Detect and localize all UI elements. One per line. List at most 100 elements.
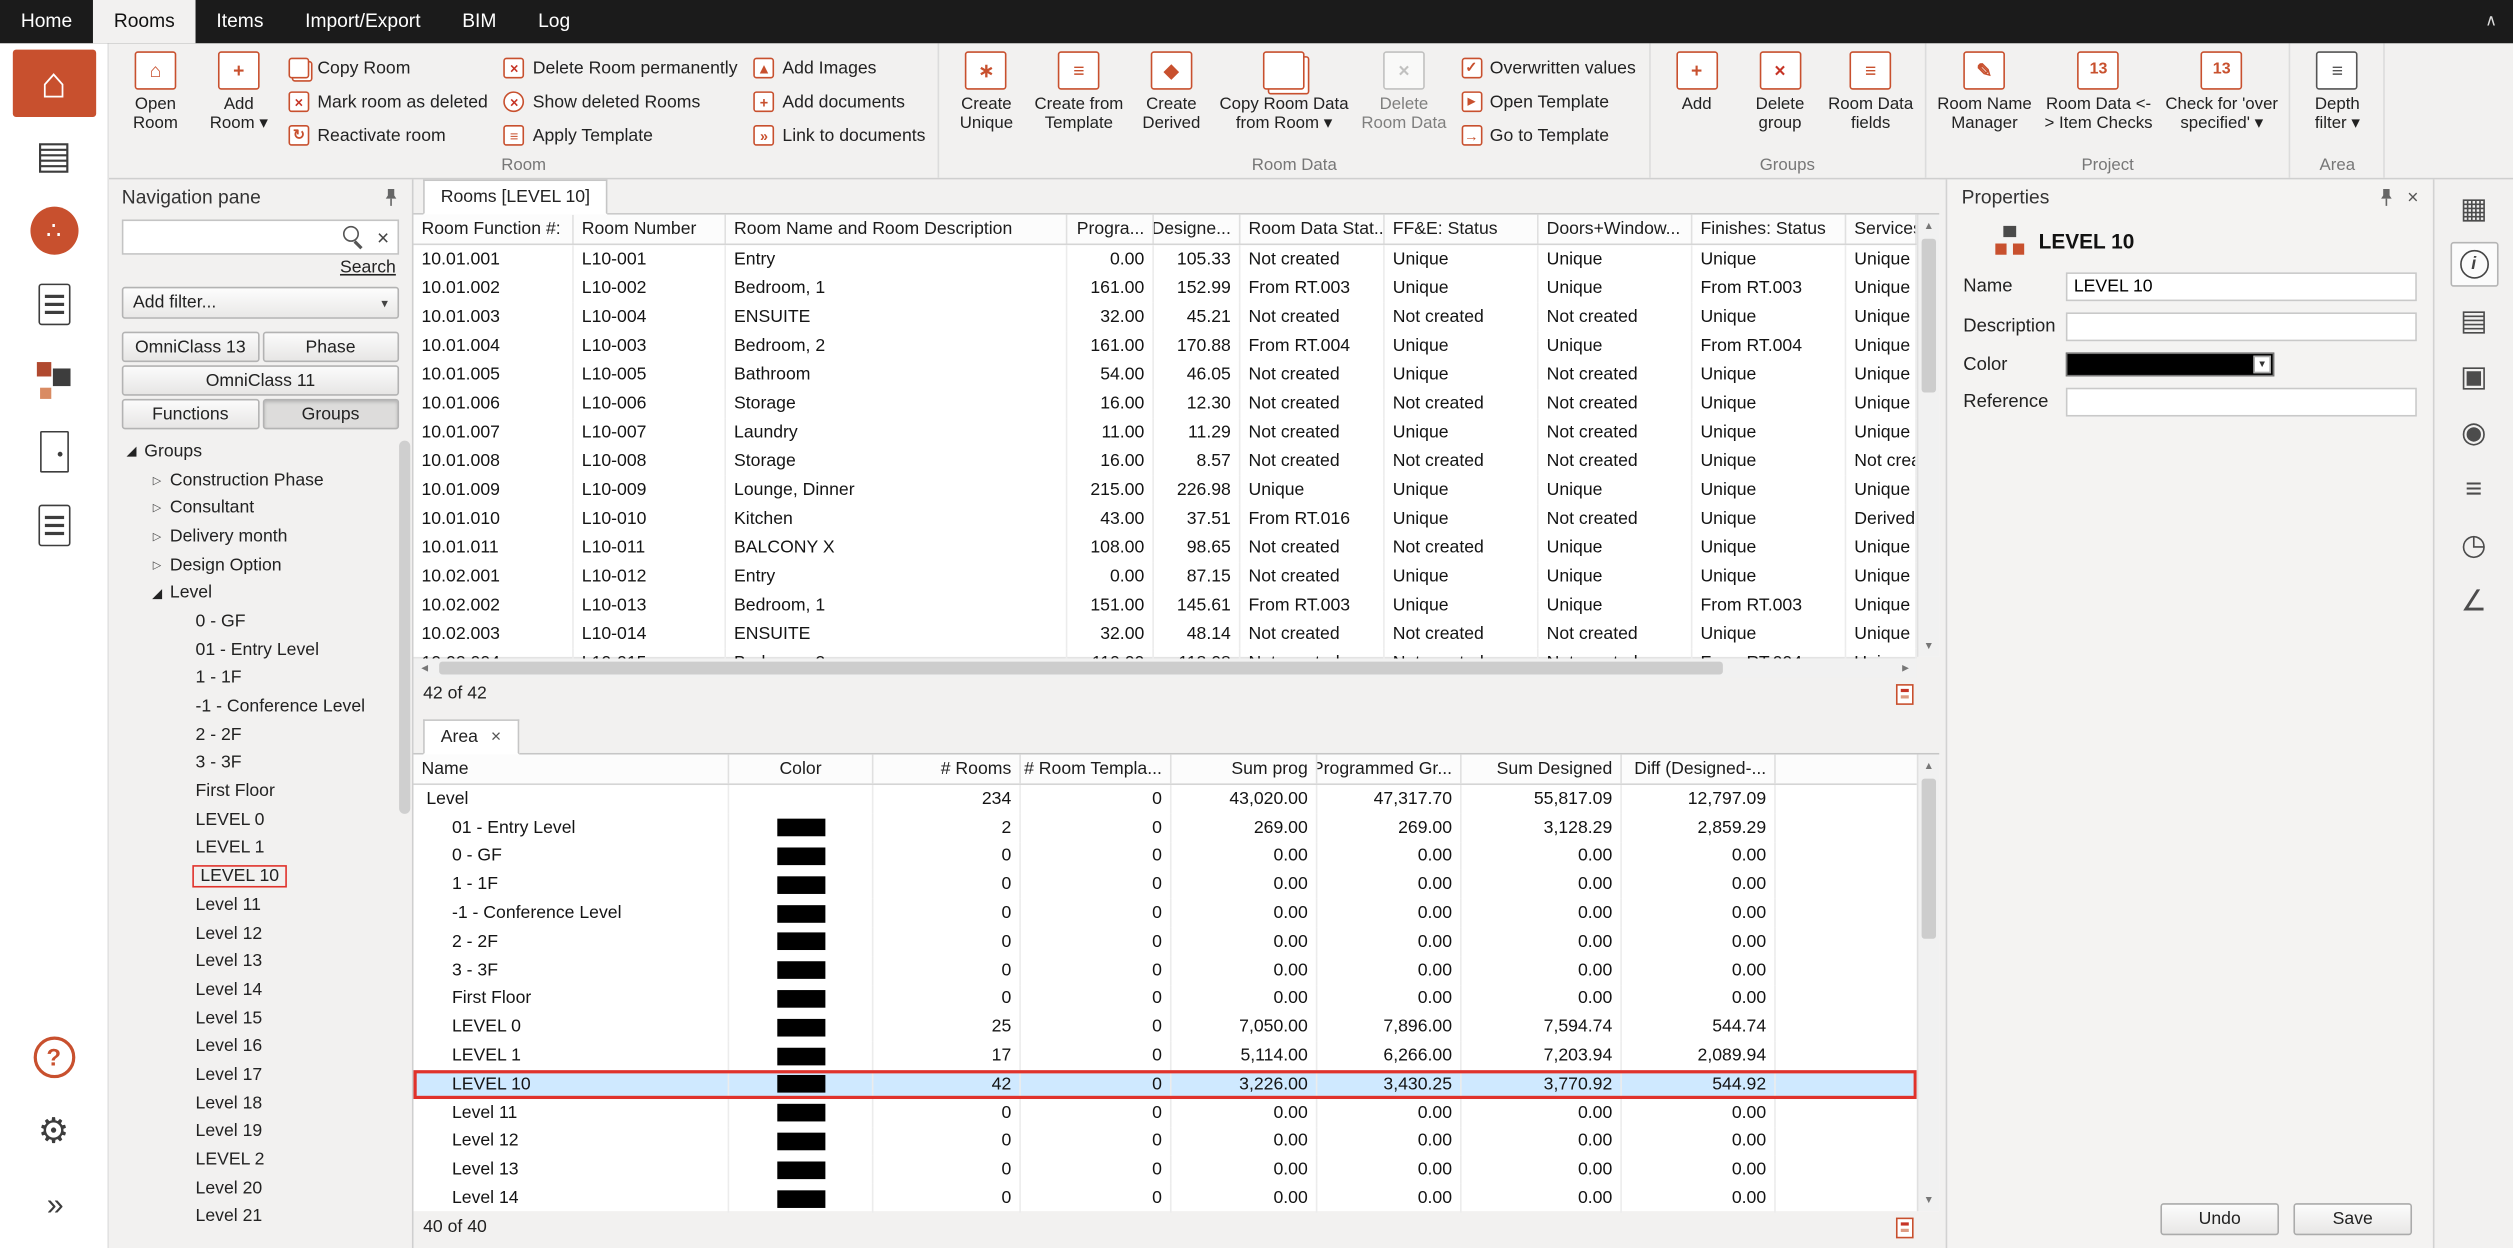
show-deleted-rooms-button[interactable]: Show deleted Rooms	[496, 85, 746, 119]
report-icon[interactable]	[1896, 1217, 1914, 1238]
open-room-button[interactable]: OpenRoom	[114, 46, 197, 133]
report-icon[interactable]	[1896, 683, 1914, 704]
area-row-0-gf[interactable]: 0 - GF000.000.000.000.00	[413, 842, 1916, 871]
delete-room-data-button[interactable]: DeleteRoom Data	[1355, 46, 1453, 133]
area-row-01-entry-level[interactable]: 01 - Entry Level20269.00269.003,128.292,…	[413, 814, 1916, 843]
rail-documents-button[interactable]	[12, 492, 95, 559]
area-row-3-3f[interactable]: 3 - 3F000.000.000.000.00	[413, 956, 1916, 985]
add-filter-button[interactable]: Add filter... ▾	[122, 287, 399, 319]
rooms-col-finishes-status[interactable]: Finishes: Status	[1692, 215, 1846, 244]
tree-item-level[interactable]: ◢Level	[109, 579, 412, 607]
pin-icon[interactable]	[383, 188, 399, 206]
apply-template-button[interactable]: Apply Template	[496, 119, 746, 153]
room-name-manager-button[interactable]: Room NameManager	[1931, 46, 2038, 133]
menu-tab-bim[interactable]: BIM	[441, 0, 517, 43]
rooms-col-room-number[interactable]: Room Number	[574, 215, 726, 244]
area-row-level-10[interactable]: LEVEL 104203,226.003,430.253,770.92544.9…	[413, 1070, 1916, 1099]
rooms-col-services[interactable]: Services	[1846, 215, 1917, 244]
tree-item-level-10[interactable]: LEVEL 10	[109, 862, 412, 890]
check-for-over-specified-button[interactable]: Check for 'overspecified' ▾	[2159, 46, 2284, 133]
scroll-right-icon[interactable]: ►	[1894, 662, 1916, 673]
nav-tab-phase[interactable]: Phase	[262, 332, 399, 362]
area-row-level-11[interactable]: Level 11000.000.000.000.00	[413, 1099, 1916, 1128]
scrollbar-thumb[interactable]	[439, 662, 1722, 675]
room-row[interactable]: 10.01.010L10-010Kitchen43.0037.51From RT…	[413, 505, 1916, 534]
room-row[interactable]: 10.01.001L10-001Entry0.00105.33Not creat…	[413, 245, 1916, 274]
rail-reports-button[interactable]	[12, 344, 95, 411]
tree-item-01-entry-level[interactable]: 01 - Entry Level	[109, 636, 412, 664]
nav-tab-groups[interactable]: Groups	[262, 399, 399, 429]
close-area-tab-icon[interactable]: ×	[491, 727, 501, 746]
go-to-template-button[interactable]: Go to Template	[1453, 119, 1644, 153]
tree-item-1-1f[interactable]: 1 - 1F	[109, 664, 412, 692]
rail-expand-button[interactable]: »	[12, 1171, 95, 1238]
tool-info-button[interactable]: i	[2450, 242, 2498, 287]
room-row[interactable]: 10.02.003L10-014ENSUITE32.0048.14Not cre…	[413, 620, 1916, 649]
tree-item-level-15[interactable]: Level 15	[109, 1004, 412, 1032]
area-row-level-12[interactable]: Level 12000.000.000.000.00	[413, 1127, 1916, 1156]
tool-documents-button[interactable]: ≡	[2450, 466, 2498, 511]
save-button[interactable]: Save	[2293, 1203, 2412, 1235]
tree-item-level-19[interactable]: Level 19	[109, 1117, 412, 1145]
area-row-level-14[interactable]: Level 14000.000.000.000.00	[413, 1184, 1916, 1213]
rooms-col-room-name-and-room-description[interactable]: Room Name and Room Description	[726, 215, 1067, 244]
open-template-button[interactable]: Open Template	[1453, 85, 1644, 119]
tree-item-level-21[interactable]: Level 21	[109, 1202, 412, 1230]
rail-help-button[interactable]: ?	[12, 1024, 95, 1091]
rail-logo-button[interactable]	[12, 197, 95, 264]
rail-items-module-button[interactable]: ▤	[12, 123, 95, 190]
area-row-2-2f[interactable]: 2 - 2F000.000.000.000.00	[413, 928, 1916, 957]
nav-tab-omniclass-11[interactable]: OmniClass 11	[122, 365, 399, 395]
tool-datasheet-button[interactable]: ▤	[2450, 298, 2498, 343]
create-derived-button[interactable]: CreateDerived	[1130, 46, 1213, 133]
clear-search-icon[interactable]: ×	[369, 225, 398, 249]
tree-item-level-11[interactable]: Level 11	[109, 891, 412, 919]
tree-item-1-conference-level[interactable]: -1 - Conference Level	[109, 692, 412, 720]
tree-item-level-1[interactable]: LEVEL 1	[109, 834, 412, 862]
scrollbar-thumb[interactable]	[1922, 239, 1936, 393]
color-dropdown-icon[interactable]: ▼	[2253, 356, 2271, 374]
rail-doors-button[interactable]	[12, 418, 95, 485]
undo-button[interactable]: Undo	[2160, 1203, 2279, 1235]
mark-room-as-deleted-button[interactable]: Mark room as deleted	[280, 85, 495, 119]
delete-group-button[interactable]: Deletegroup	[1738, 46, 1821, 133]
expand-icon[interactable]: ▷	[147, 473, 166, 486]
tree-item-0-gf[interactable]: 0 - GF	[109, 607, 412, 635]
property-input-name[interactable]	[2066, 272, 2417, 301]
rooms-col-designe[interactable]: Designe...	[1154, 215, 1241, 244]
room-row[interactable]: 10.01.004L10-003Bedroom, 2161.00170.88Fr…	[413, 332, 1916, 361]
room-row[interactable]: 10.02.004L10-015Bedroom, 2110.00118.08No…	[413, 649, 1916, 659]
overwritten-values-button[interactable]: Overwritten values	[1453, 51, 1644, 85]
tree-item-level-18[interactable]: Level 18	[109, 1089, 412, 1117]
area-row-1-1f[interactable]: 1 - 1F000.000.000.000.00	[413, 871, 1916, 900]
tool-history-button[interactable]: ◷	[2450, 522, 2498, 567]
room-row[interactable]: 10.01.009L10-009Lounge, Dinner215.00226.…	[413, 476, 1916, 505]
area-col-sum-prog[interactable]: Sum prog	[1172, 755, 1318, 784]
tool-panel-grid-button[interactable]: ▦	[2450, 186, 2498, 231]
area-col-room-templa[interactable]: # Room Templa...	[1021, 755, 1172, 784]
link-to-documents-button[interactable]: Link to documents	[746, 119, 934, 153]
create-unique-button[interactable]: CreateUnique	[945, 46, 1028, 133]
add-room-button[interactable]: AddRoom ▾	[197, 46, 280, 133]
nav-tab-functions[interactable]: Functions	[122, 399, 259, 429]
tree-item-first-floor[interactable]: First Floor	[109, 777, 412, 805]
area-row-first-floor[interactable]: First Floor000.000.000.000.00	[413, 985, 1916, 1014]
room-data-fields-button[interactable]: Room Datafields	[1822, 46, 1920, 133]
area-col-name[interactable]: Name	[413, 755, 729, 784]
rooms-col-ff-e-status[interactable]: FF&E: Status	[1385, 215, 1539, 244]
rooms-horizontal-scrollbar[interactable]: ◄ ►	[413, 657, 1916, 678]
room-row[interactable]: 10.02.001L10-012Entry0.0087.15Not create…	[413, 562, 1916, 591]
expand-icon[interactable]: ▷	[147, 502, 166, 515]
menu-tab-import-export[interactable]: Import/Export	[284, 0, 441, 43]
tool-model-button[interactable]: ▣	[2450, 354, 2498, 399]
scrollbar-thumb[interactable]	[1922, 779, 1936, 939]
room-row[interactable]: 10.01.008L10-008Storage16.008.57Not crea…	[413, 447, 1916, 476]
tree-item-level-16[interactable]: Level 16	[109, 1032, 412, 1060]
search-input[interactable]	[123, 221, 338, 253]
expand-icon[interactable]: ▷	[147, 530, 166, 543]
depth-filter-button[interactable]: Depthfilter ▾	[2296, 46, 2379, 133]
room-row[interactable]: 10.01.011L10-011BALCONY X108.0098.65Not …	[413, 533, 1916, 562]
collapse-icon[interactable]: ◢	[147, 586, 166, 600]
rooms-col-doors-window[interactable]: Doors+Window...	[1539, 215, 1693, 244]
scroll-up-icon[interactable]: ▲	[1918, 755, 1939, 777]
